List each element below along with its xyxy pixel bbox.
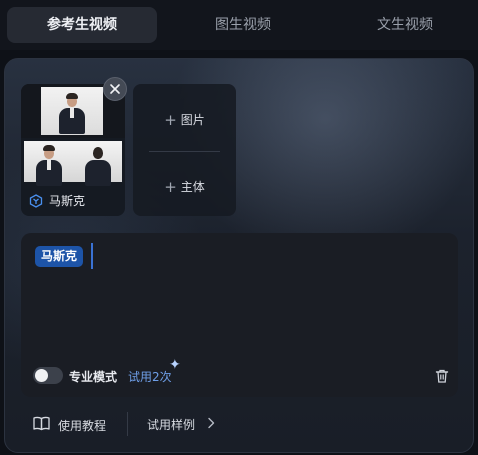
examples-link[interactable]: 试用样例 <box>147 416 215 433</box>
footer-divider <box>127 412 128 436</box>
trial-count-link[interactable]: 试用2次 <box>128 368 172 385</box>
add-subject-label: 主体 <box>180 180 205 194</box>
trash-icon <box>434 369 450 388</box>
tab-image-to-video[interactable]: 图生视频 <box>168 7 318 43</box>
tutorial-label: 使用教程 <box>58 418 107 433</box>
plus-icon: + <box>164 111 177 129</box>
examples-label: 试用样例 <box>147 418 196 432</box>
pro-mode-toggle[interactable] <box>33 367 63 384</box>
subject-tag: 马斯克 <box>29 192 85 209</box>
mode-tab-bar: 参考生视频 图生视频 文生视频 <box>0 0 478 50</box>
prompt-editor[interactable]: 马斯克 专业模式 试用2次 ✦ <box>21 233 458 397</box>
pro-mode-label: 专业模式 <box>69 370 118 384</box>
add-reference-panel: + 图片 + 主体 <box>133 84 236 216</box>
remove-reference-button[interactable] <box>103 77 127 101</box>
tab-text-to-video[interactable]: 文生视频 <box>330 7 478 43</box>
book-icon <box>33 416 58 434</box>
plus-icon: + <box>164 178 177 196</box>
reference-subject-card[interactable]: 马斯克 <box>21 84 125 216</box>
subject-cube-icon <box>29 193 43 208</box>
subject-name: 马斯克 <box>49 194 86 208</box>
text-cursor <box>91 243 93 269</box>
toggle-knob <box>35 369 48 382</box>
reference-photo-back <box>73 141 122 186</box>
add-panel-divider <box>149 151 220 152</box>
chevron-right-icon <box>207 417 215 433</box>
generation-panel: 马斯克 + 图片 + 主体 马斯克 专业模式 试用2次 ✦ 使用教程 试用样例 <box>4 58 474 453</box>
reference-photo-side <box>24 141 73 186</box>
add-image-button[interactable]: + 图片 <box>133 110 236 129</box>
add-subject-button[interactable]: + 主体 <box>133 177 236 196</box>
add-image-label: 图片 <box>180 113 205 127</box>
sparkle-icon: ✦ <box>169 357 181 373</box>
subject-mention-chip[interactable]: 马斯克 <box>35 246 84 267</box>
tab-reference-video[interactable]: 参考生视频 <box>7 7 157 43</box>
clear-prompt-button[interactable] <box>434 368 450 384</box>
tutorial-link[interactable]: 使用教程 <box>33 416 106 434</box>
close-icon <box>109 80 121 99</box>
